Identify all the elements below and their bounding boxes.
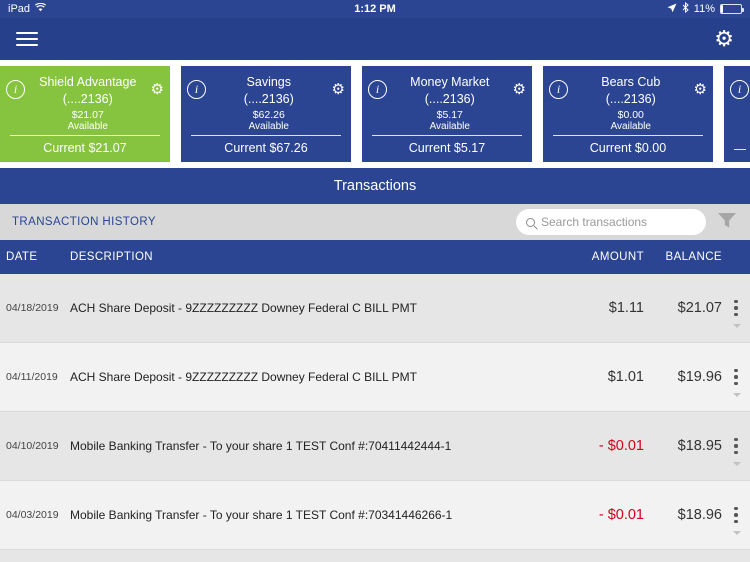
account-current-balance: Current $5.17	[408, 141, 486, 155]
chevron-down-icon[interactable]	[733, 462, 741, 466]
account-current-balance: Current $0.00	[589, 141, 667, 155]
account-settings-gear-icon[interactable]: ⚙	[151, 82, 164, 97]
page-title: Transactions	[333, 178, 417, 194]
transactions-banner: Transactions	[0, 168, 750, 204]
account-available-amount: $5.17	[436, 108, 463, 121]
transaction-balance: $21.07	[677, 300, 722, 316]
info-icon[interactable]: i	[6, 80, 25, 99]
table-row[interactable]: 04/10/2019 Mobile Banking Transfer - To …	[0, 412, 750, 481]
transaction-balance: $19.96	[677, 369, 722, 385]
account-name: Money Market	[410, 75, 490, 89]
transaction-date: 04/18/2019	[6, 302, 59, 314]
search-icon	[526, 217, 535, 227]
account-current-balance: Current $21.07	[43, 141, 127, 155]
ios-status-bar: iPad 1:12 PM 11%	[0, 0, 750, 18]
column-header-amount: AMOUNT	[591, 251, 644, 263]
account-settings-gear-icon[interactable]: ⚙	[513, 82, 526, 97]
account-available-label: Available	[248, 120, 289, 132]
table-row[interactable]: 04/11/2019 ACH Share Deposit - 9ZZZZZZZZ…	[0, 343, 750, 412]
account-mask: (....2136)	[424, 91, 475, 106]
info-icon[interactable]: i	[730, 80, 749, 99]
account-settings-gear-icon[interactable]: ⚙	[694, 82, 707, 97]
transaction-description: Mobile Banking Transfer - To your share …	[70, 508, 453, 522]
account-name: Savings	[246, 75, 292, 89]
status-bar-clock: 1:12 PM	[354, 3, 396, 15]
transaction-description: ACH Share Deposit - 9ZZZZZZZZZ Downey Fe…	[70, 301, 417, 315]
location-arrow-icon	[667, 3, 677, 16]
account-available-amount: $62.26	[252, 108, 285, 121]
chevron-down-icon[interactable]	[733, 531, 741, 535]
column-header-description: DESCRIPTION	[70, 251, 153, 263]
search-input[interactable]	[541, 215, 696, 229]
chevron-down-icon[interactable]	[733, 324, 741, 328]
info-icon[interactable]: i	[368, 80, 387, 99]
transaction-amount: - $0.01	[598, 507, 644, 523]
info-icon[interactable]: i	[187, 80, 206, 99]
table-row[interactable]: 04/03/2019 Mobile Banking Transfer - To …	[0, 481, 750, 550]
account-card-next-partial[interactable]: i	[724, 66, 750, 162]
search-box[interactable]	[516, 209, 706, 235]
wifi-icon	[34, 2, 47, 15]
account-card-money-market[interactable]: i Money Market (....2136) $5.17 Availabl…	[362, 66, 532, 162]
transaction-date: 04/10/2019	[6, 440, 59, 452]
transaction-description: Mobile Banking Transfer - To your share …	[70, 439, 452, 453]
account-available-label: Available	[67, 120, 108, 132]
account-available-amount: $0.00	[617, 108, 644, 121]
account-card-shield-advantage[interactable]: i Shield Advantage (....2136) $21.07 Ava…	[0, 66, 170, 162]
transactions-list[interactable]: 04/18/2019 ACH Share Deposit - 9ZZZZZZZZ…	[0, 274, 750, 562]
account-card-bears-cub[interactable]: i Bears Cub (....2136) $0.00 Available ⚙…	[543, 66, 713, 162]
transaction-date: 04/03/2019	[6, 509, 59, 521]
account-current-balance: Current $67.26	[224, 141, 308, 155]
battery-icon	[720, 4, 744, 14]
account-name: Shield Advantage	[39, 75, 137, 89]
account-card-savings[interactable]: i Savings (....2136) $62.26 Available ⚙ …	[181, 66, 351, 162]
row-overflow-menu-icon[interactable]	[722, 481, 750, 549]
transaction-balance: $18.96	[677, 507, 722, 523]
account-mask: (....2136)	[605, 91, 656, 106]
column-header-balance: BALANCE	[665, 251, 722, 263]
account-settings-gear-icon[interactable]: ⚙	[332, 82, 345, 97]
account-name: Bears Cub	[601, 75, 661, 89]
chevron-down-icon[interactable]	[733, 393, 741, 397]
filter-funnel-icon[interactable]	[716, 210, 738, 235]
account-available-label: Available	[610, 120, 651, 132]
app-navigation-bar: ⚙	[0, 18, 750, 60]
column-header-date: DATE	[6, 251, 38, 263]
transaction-amount: $1.01	[607, 369, 644, 385]
transaction-date: 04/11/2019	[6, 371, 58, 383]
transaction-amount: - $0.01	[598, 438, 644, 454]
transactions-toolbar: TRANSACTION HISTORY	[0, 204, 750, 240]
info-icon[interactable]: i	[549, 80, 568, 99]
bluetooth-icon	[682, 1, 689, 16]
account-cards-carousel[interactable]: i Shield Advantage (....2136) $21.07 Ava…	[0, 60, 750, 168]
row-overflow-menu-icon[interactable]	[722, 343, 750, 411]
transaction-history-label: TRANSACTION HISTORY	[12, 216, 156, 228]
transactions-column-headers: DATE DESCRIPTION AMOUNT BALANCE	[0, 240, 750, 274]
transaction-balance: $18.95	[677, 438, 722, 454]
transaction-amount: $1.11	[608, 300, 644, 316]
account-available-label: Available	[429, 120, 470, 132]
account-available-amount: $21.07	[71, 108, 104, 121]
account-mask: (....2136)	[62, 91, 113, 106]
row-overflow-menu-icon[interactable]	[722, 274, 750, 342]
account-mask: (....2136)	[243, 91, 294, 106]
transaction-description: ACH Share Deposit - 9ZZZZZZZZZ Downey Fe…	[70, 370, 417, 384]
table-row[interactable]	[0, 550, 750, 562]
hamburger-menu-icon[interactable]	[16, 28, 38, 50]
battery-percent-label: 11%	[693, 3, 715, 15]
row-overflow-menu-icon[interactable]	[722, 412, 750, 480]
device-name-label: iPad	[8, 3, 31, 15]
gear-icon[interactable]: ⚙	[714, 28, 734, 50]
table-row[interactable]: 04/18/2019 ACH Share Deposit - 9ZZZZZZZZ…	[0, 274, 750, 343]
